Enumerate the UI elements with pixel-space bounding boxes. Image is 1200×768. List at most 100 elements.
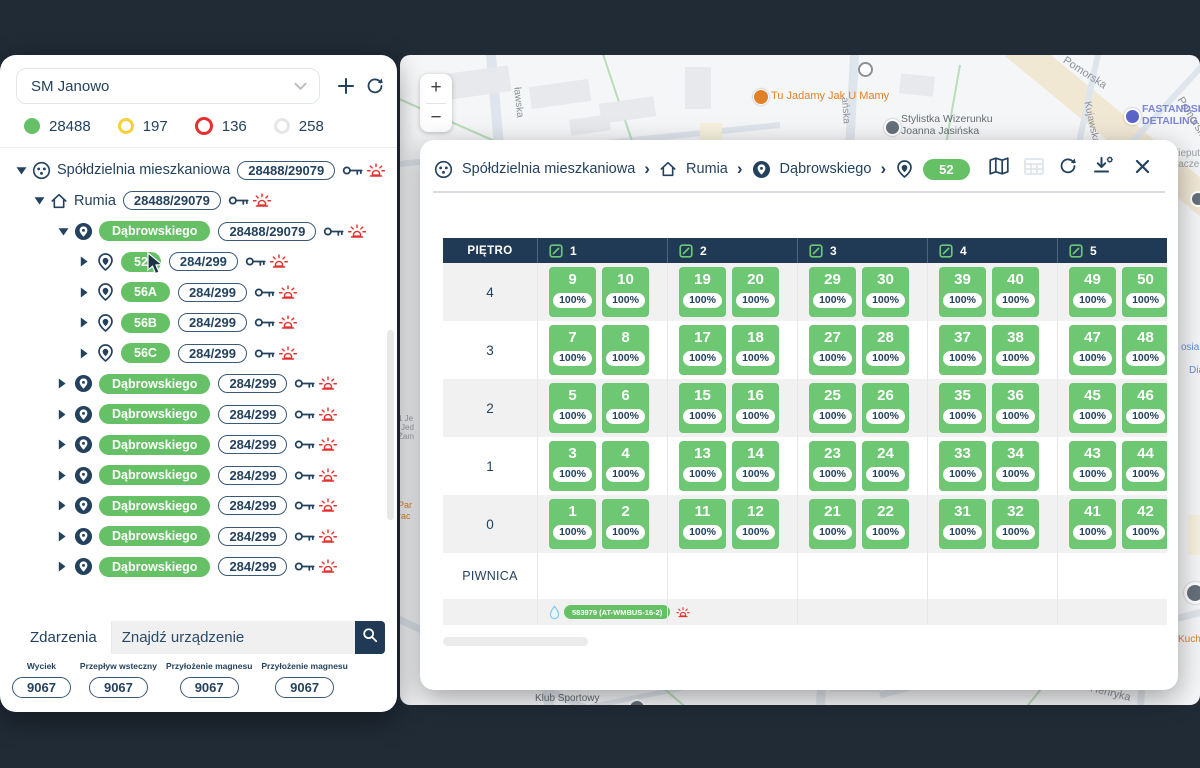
apartment-cell-48[interactable]: 48100% [1122, 325, 1167, 375]
entrance-header-3[interactable]: 3 [797, 238, 927, 263]
export-button[interactable] [1092, 156, 1114, 176]
tree-item-52[interactable]: 52284/299 [0, 247, 397, 278]
apartment-cell-18[interactable]: 18100% [732, 325, 779, 375]
apartment-cell-41[interactable]: 41100% [1069, 499, 1116, 549]
key-icon[interactable] [294, 530, 315, 543]
tree-item-56a[interactable]: 56A284/299 [0, 277, 397, 308]
poi-right-1-icon[interactable] [1190, 191, 1200, 207]
apartment-cell-44[interactable]: 44100% [1122, 441, 1167, 491]
tree-item-56c[interactable]: 56C284/299 [0, 338, 397, 369]
apartment-cell-1[interactable]: 1100% [549, 499, 596, 549]
expand-caret-icon[interactable] [80, 256, 96, 267]
breadcrumb-item-number[interactable]: 52 [923, 159, 969, 180]
apartment-cell-40[interactable]: 40100% [992, 267, 1039, 317]
apartment-cell-6[interactable]: 6100% [602, 383, 649, 433]
apartment-cell-30[interactable]: 30100% [862, 267, 909, 317]
apartment-cell-45[interactable]: 45100% [1069, 383, 1116, 433]
key-icon[interactable] [294, 560, 315, 573]
apartment-cell-42[interactable]: 42100% [1122, 499, 1167, 549]
refresh-button[interactable] [362, 73, 388, 99]
breadcrumb-item-org[interactable]: Spółdzielnia mieszkaniowa [462, 161, 635, 177]
tree-item-dąbrowskiego[interactable]: Dąbrowskiego284/299 [0, 491, 397, 522]
add-button[interactable] [333, 73, 359, 99]
apartment-cell-23[interactable]: 23100% [809, 441, 856, 491]
apartment-cell-29[interactable]: 29100% [809, 267, 856, 317]
apartment-cell-12[interactable]: 12100% [732, 499, 779, 549]
event-stat-count[interactable]: 9067 [180, 677, 239, 698]
search-button[interactable] [355, 621, 385, 654]
key-icon[interactable] [323, 225, 344, 238]
expand-caret-icon[interactable] [58, 531, 74, 542]
apartment-cell-9[interactable]: 9100% [549, 267, 596, 317]
organization-select[interactable]: SM Janowo [16, 68, 320, 104]
poi-detailing-icon[interactable] [1124, 108, 1141, 125]
apartment-cell-27[interactable]: 27100% [809, 325, 856, 375]
collapse-caret-icon[interactable] [16, 166, 32, 175]
poi-right-2-icon[interactable] [1184, 582, 1200, 604]
apartment-cell-26[interactable]: 26100% [862, 383, 909, 433]
tree-item-dąbrowskiego[interactable]: Dąbrowskiego284/299 [0, 430, 397, 461]
key-icon[interactable] [342, 164, 363, 177]
apartment-cell-47[interactable]: 47100% [1069, 325, 1116, 375]
device-id-badge[interactable]: 583979 (AT-WMBUS-16-2) [564, 605, 670, 619]
table-view-button[interactable] [1024, 158, 1044, 175]
expand-caret-icon[interactable] [58, 561, 74, 572]
apartment-cell-33[interactable]: 33100% [939, 441, 986, 491]
legend-item-filled-green[interactable]: 28488 [24, 118, 91, 135]
tree-item-dąbrowskiego[interactable]: Dąbrowskiego28488/29079 [0, 216, 397, 247]
expand-caret-icon[interactable] [58, 470, 74, 481]
apartment-cell-38[interactable]: 38100% [992, 325, 1039, 375]
apartment-cell-36[interactable]: 36100% [992, 383, 1039, 433]
apartment-cell-39[interactable]: 39100% [939, 267, 986, 317]
key-icon[interactable] [294, 408, 315, 421]
apartment-cell-3[interactable]: 3100% [549, 441, 596, 491]
apartment-cell-8[interactable]: 8100% [602, 325, 649, 375]
apartment-cell-46[interactable]: 46100% [1122, 383, 1167, 433]
tree-item-56b[interactable]: 56B284/299 [0, 308, 397, 339]
entrance-header-1[interactable]: 1 [537, 238, 667, 263]
apartment-cell-20[interactable]: 20100% [732, 267, 779, 317]
apartment-cell-11[interactable]: 11100% [679, 499, 726, 549]
key-icon[interactable] [254, 347, 275, 360]
apartment-cell-15[interactable]: 15100% [679, 383, 726, 433]
tree-item-dąbrowskiego[interactable]: Dąbrowskiego284/299 [0, 399, 397, 430]
apartment-cell-28[interactable]: 28100% [862, 325, 909, 375]
entrance-header-4[interactable]: 4 [927, 238, 1057, 263]
key-icon[interactable] [294, 499, 315, 512]
apartment-cell-32[interactable]: 32100% [992, 499, 1039, 549]
expand-caret-icon[interactable] [58, 439, 74, 450]
apartment-cell-2[interactable]: 2100% [602, 499, 649, 549]
apartment-cell-37[interactable]: 37100% [939, 325, 986, 375]
tree-scrollbar[interactable] [387, 330, 394, 520]
poi-restaurant-icon[interactable] [753, 89, 769, 105]
breadcrumb-item-street[interactable]: Dąbrowskiego [780, 161, 872, 177]
apartment-cell-7[interactable]: 7100% [549, 325, 596, 375]
key-icon[interactable] [254, 286, 275, 299]
map-view-button[interactable] [989, 157, 1009, 175]
breadcrumb-item-city[interactable]: Rumia [686, 161, 728, 177]
tree-item-dąbrowskiego[interactable]: Dąbrowskiego284/299 [0, 552, 397, 583]
grid-scrollbar[interactable] [443, 637, 588, 646]
apartment-cell-14[interactable]: 14100% [732, 441, 779, 491]
key-icon[interactable] [294, 377, 315, 390]
event-stat-count[interactable]: 9067 [12, 677, 71, 698]
expand-caret-icon[interactable] [80, 317, 96, 328]
tree-item-rumia[interactable]: Rumia28488/29079 [0, 186, 397, 217]
expand-caret-icon[interactable] [80, 287, 96, 298]
tree-item-dąbrowskiego[interactable]: Dąbrowskiego284/299 [0, 521, 397, 552]
apartment-cell-35[interactable]: 35100% [939, 383, 986, 433]
legend-item-ring-red[interactable]: 136 [195, 117, 247, 135]
apartment-cell-16[interactable]: 16100% [732, 383, 779, 433]
key-icon[interactable] [294, 469, 315, 482]
apartment-cell-50[interactable]: 50100% [1122, 267, 1167, 317]
apartment-cell-17[interactable]: 17100% [679, 325, 726, 375]
apartment-cell-21[interactable]: 21100% [809, 499, 856, 549]
apartment-cell-25[interactable]: 25100% [809, 383, 856, 433]
expand-caret-icon[interactable] [80, 348, 96, 359]
close-button[interactable] [1135, 159, 1150, 174]
poi-bus-stop-icon[interactable] [858, 62, 873, 77]
tree-item-spółdzielnia-mieszkaniowa[interactable]: Spółdzielnia mieszkaniowa28488/29079 [0, 155, 397, 186]
key-icon[interactable] [294, 438, 315, 451]
legend-item-ring-yellow[interactable]: 197 [118, 118, 168, 135]
key-icon[interactable] [228, 194, 249, 207]
